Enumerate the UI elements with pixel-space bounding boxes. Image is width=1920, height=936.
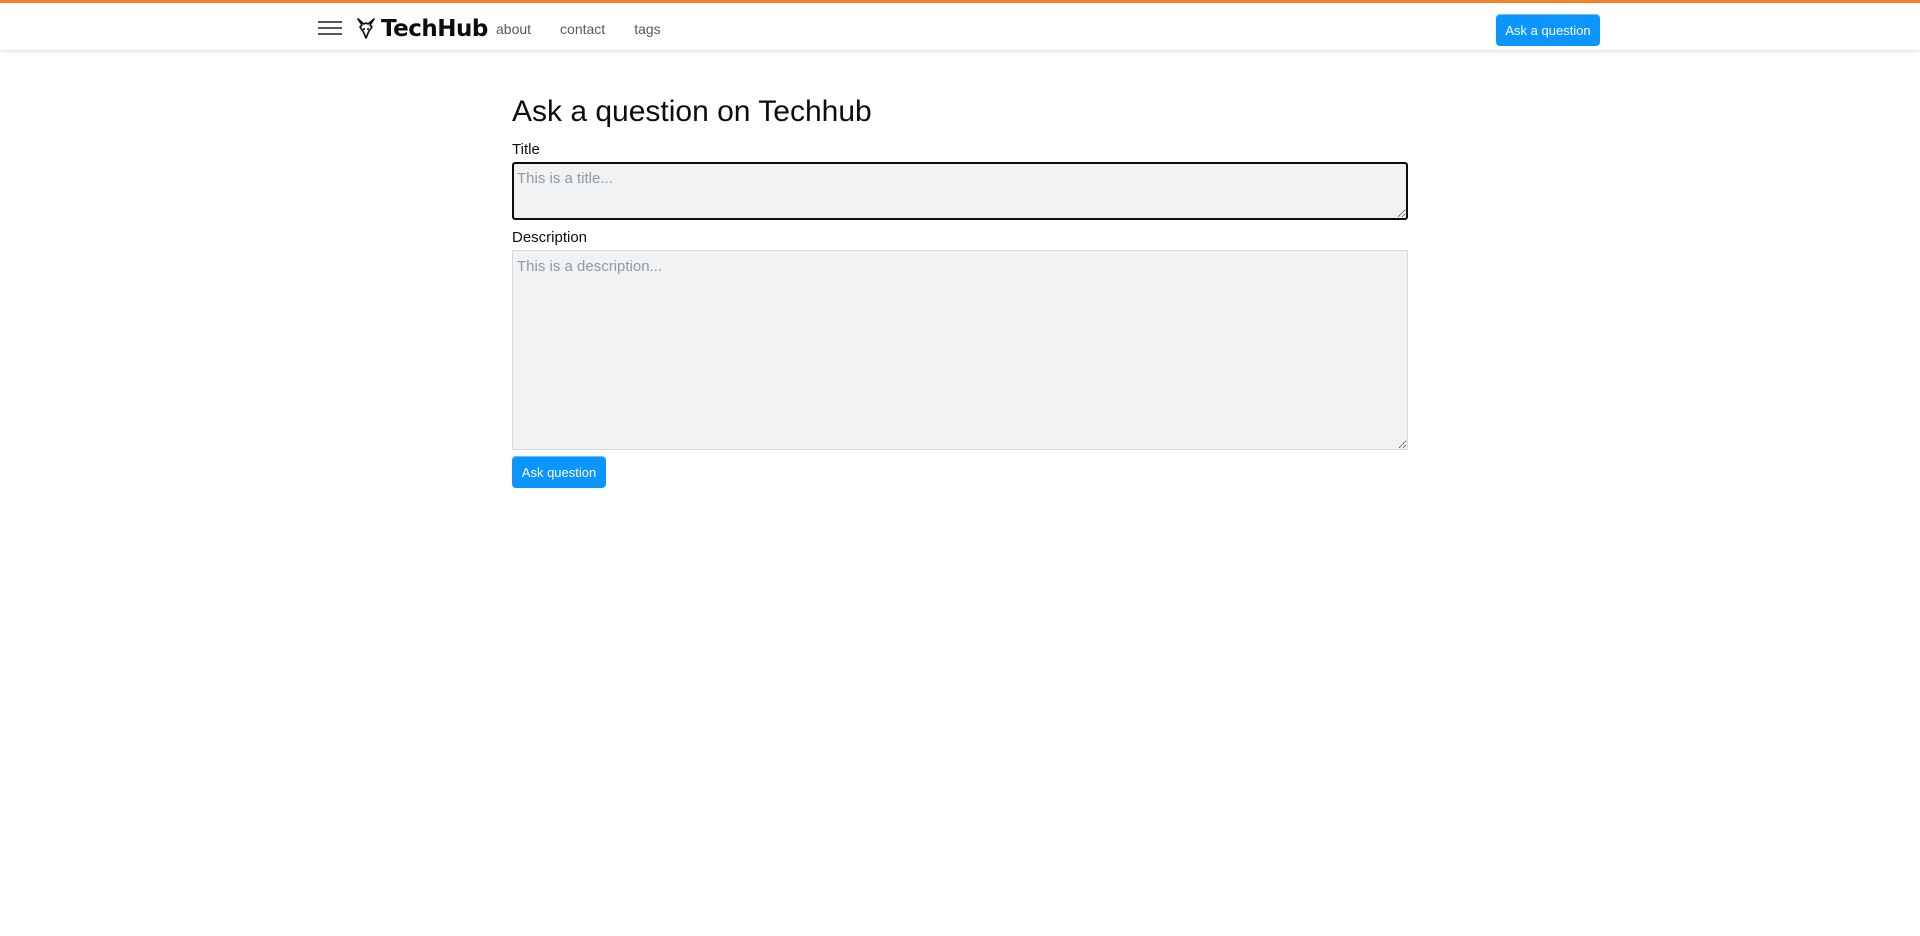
logo-link[interactable]: TechHub [356, 15, 488, 43]
logo-text: TechHub [381, 16, 488, 42]
ask-question-form: Ask a question on Techhub Title Descript… [512, 92, 1408, 488]
nav-links: about contact tags [494, 19, 688, 39]
fox-head-icon [357, 18, 375, 39]
title-label: Title [512, 141, 540, 158]
description-input[interactable] [512, 250, 1408, 450]
ask-question-header-button[interactable]: Ask a question [1496, 14, 1600, 46]
nav-link-about[interactable]: about [494, 19, 533, 39]
title-input[interactable] [512, 162, 1408, 220]
description-label: Description [512, 229, 588, 246]
nav-link-contact[interactable]: contact [558, 19, 607, 39]
ask-question-submit-button[interactable]: Ask question [512, 456, 606, 488]
hamburger-icon[interactable] [318, 20, 344, 36]
page-title: Ask a question on Techhub [512, 95, 872, 128]
nav-link-tags[interactable]: tags [632, 19, 662, 39]
top-navbar: TechHub about contact tags Ask a questio… [0, 0, 1920, 50]
